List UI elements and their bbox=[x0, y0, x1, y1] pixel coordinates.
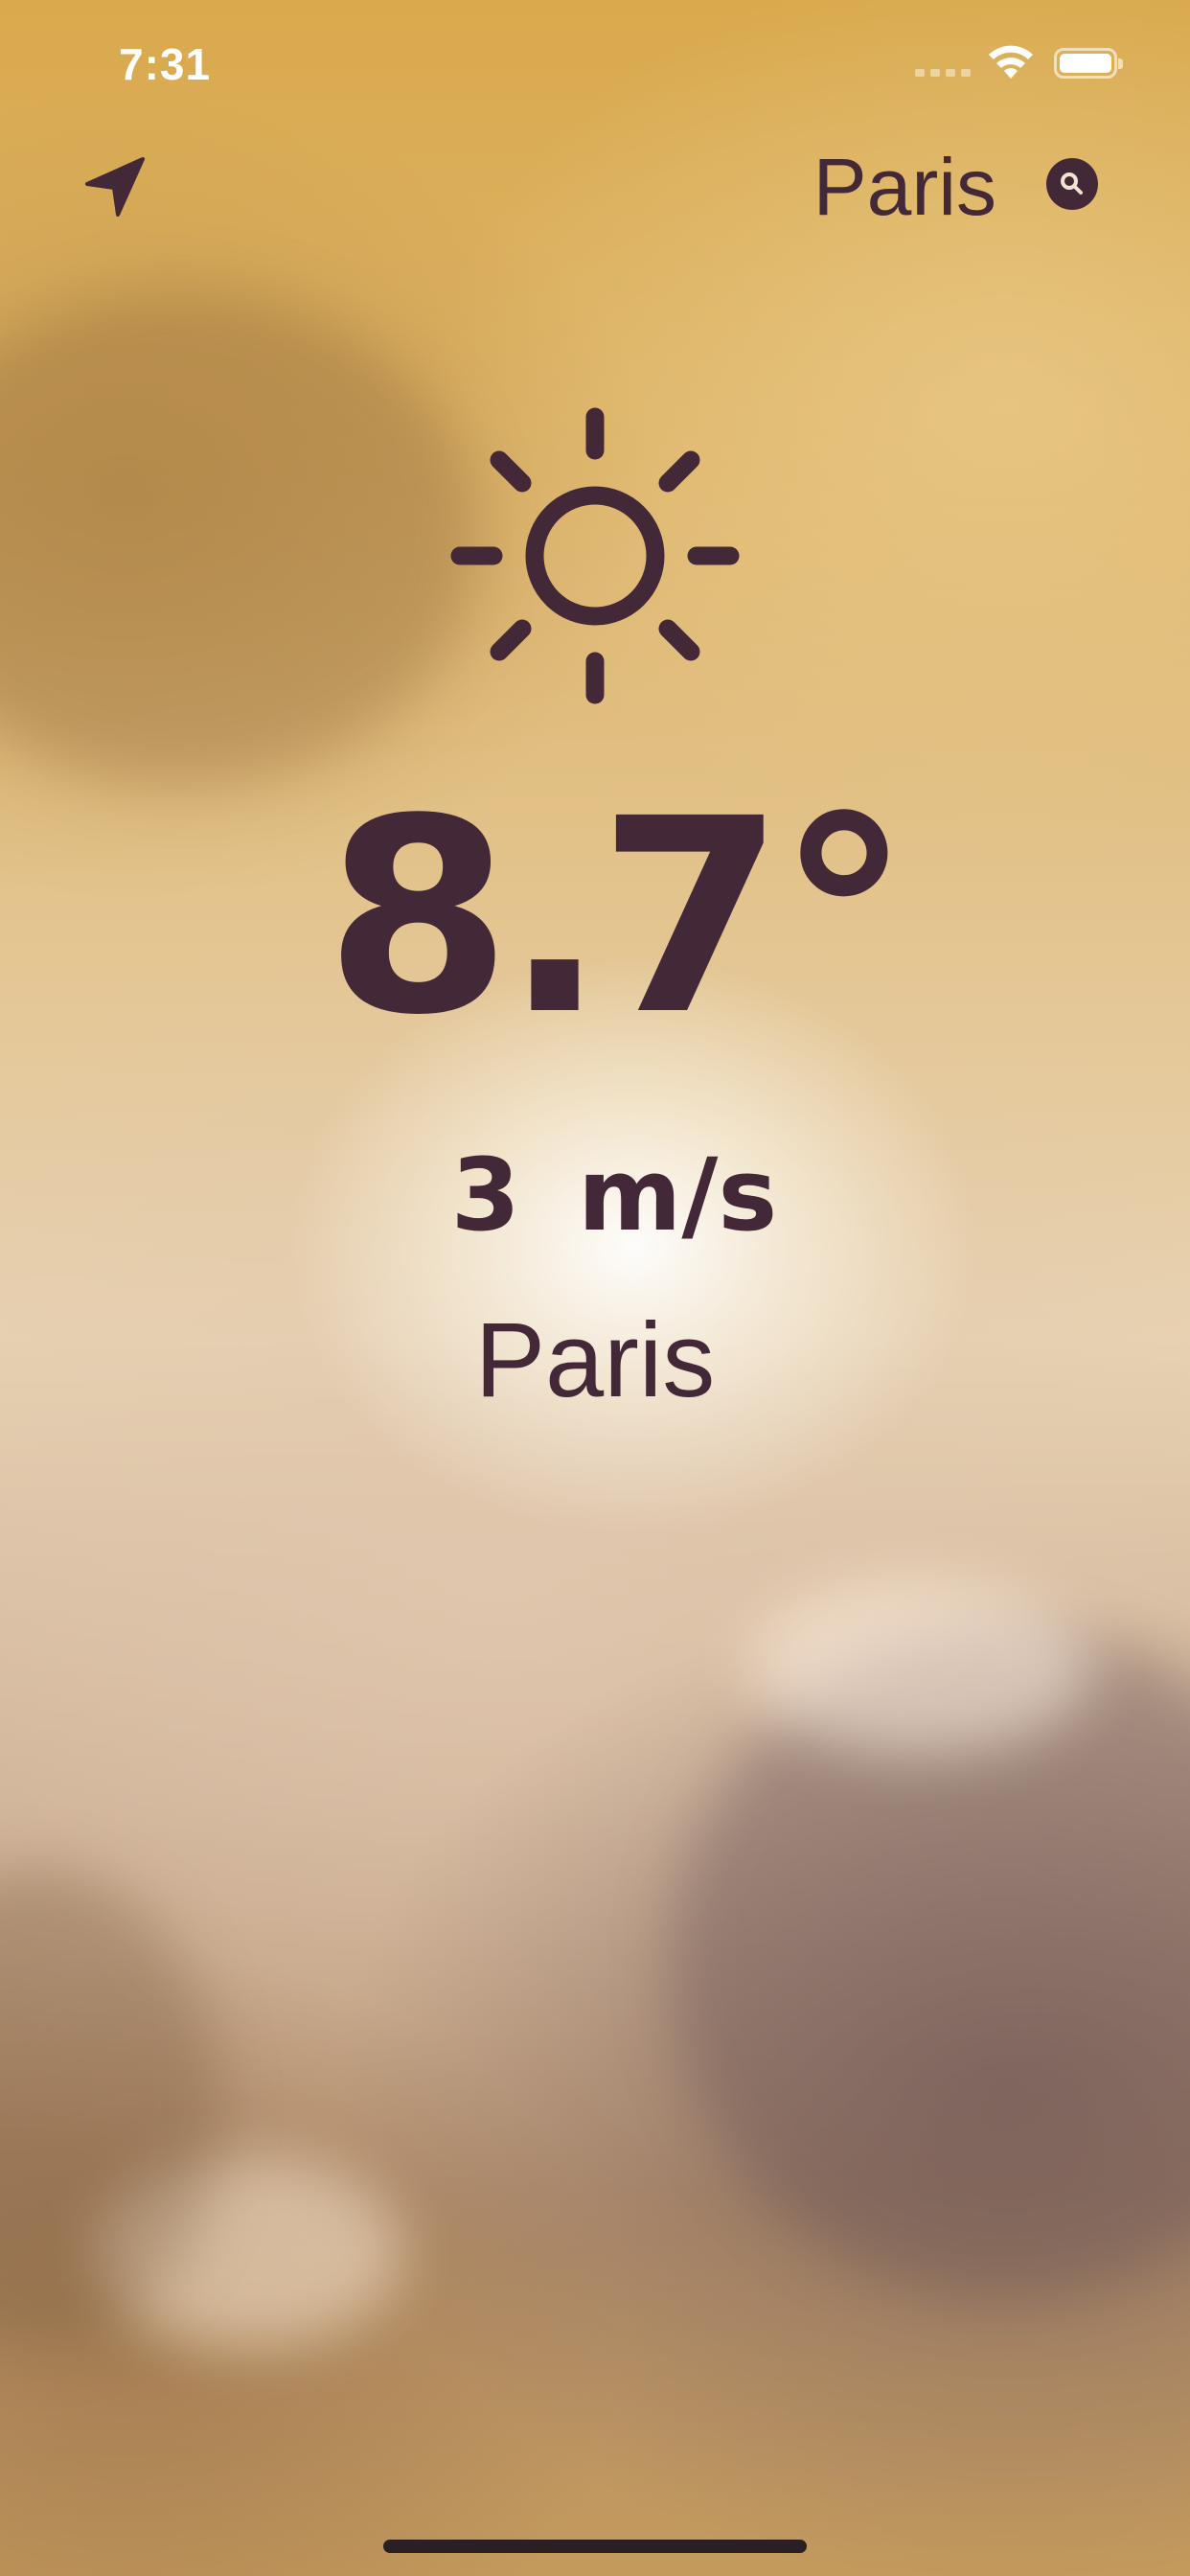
status-bar: 7:31 bbox=[0, 0, 1190, 126]
cloud-background bbox=[96, 2156, 402, 2348]
wifi-icon bbox=[989, 45, 1033, 79]
magnifier-icon bbox=[1061, 172, 1083, 195]
cellular-signal-icon bbox=[915, 69, 971, 77]
temperature-value: 8.7° bbox=[324, 762, 911, 1074]
wind-speed: 3 m/s bbox=[0, 1145, 1190, 1245]
wind-speed-value: 3 bbox=[450, 1137, 521, 1254]
city-name: Paris bbox=[474, 1301, 716, 1419]
cloud-background bbox=[0, 288, 479, 786]
battery-icon bbox=[1054, 48, 1123, 79]
cloud-background bbox=[0, 1869, 220, 2348]
sun-icon bbox=[450, 407, 740, 704]
wind-speed-unit: m/s bbox=[578, 1137, 778, 1254]
search-button[interactable] bbox=[1046, 158, 1098, 210]
cloud-background bbox=[671, 1629, 1190, 2300]
city-search-input[interactable] bbox=[671, 139, 996, 235]
location-arrow-icon bbox=[85, 157, 145, 217]
home-indicator[interactable] bbox=[383, 2540, 807, 2553]
weather-screen: 7:31 Paris 8.7° 3 m/s Paris bbox=[0, 0, 1190, 2576]
status-time: 7:31 bbox=[119, 39, 212, 89]
current-location-button[interactable] bbox=[77, 149, 153, 225]
cloud-background bbox=[747, 1581, 1092, 1754]
